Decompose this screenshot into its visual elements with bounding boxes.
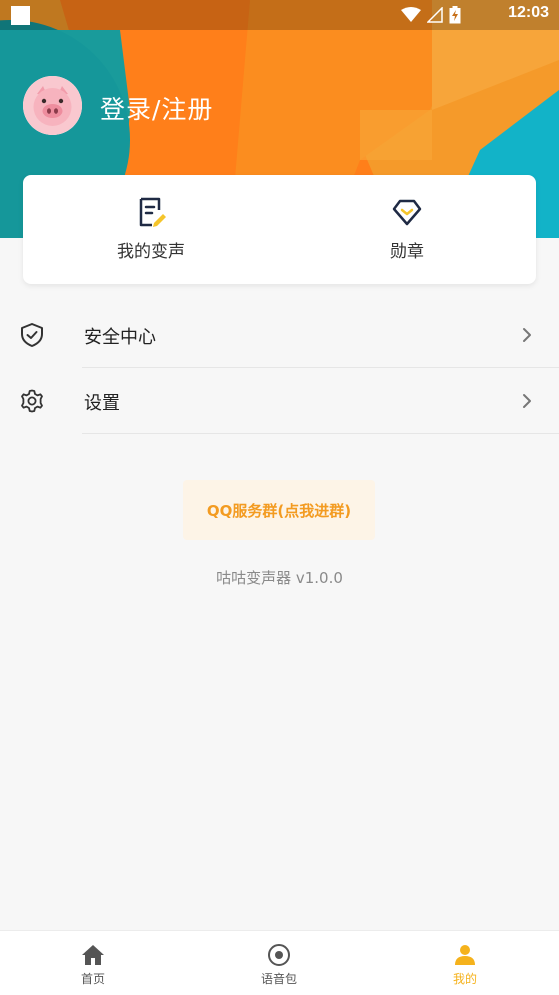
edit-document-icon [139, 197, 166, 227]
chevron-right-icon [523, 394, 531, 408]
qq-group-button[interactable]: QQ服务群(点我进群) [183, 480, 375, 540]
tab-label: 我的 [452, 972, 477, 986]
badges-label: 勋章 [390, 242, 424, 262]
chevron-right-icon [523, 328, 531, 342]
quick-actions-card: 我的变声 勋章 [23, 175, 536, 284]
status-bar: 12:03 [0, 0, 559, 30]
gear-icon [21, 389, 43, 413]
login-register-link[interactable]: 登录/注册 [100, 90, 213, 126]
tab-home[interactable]: 首页 [0, 931, 186, 995]
status-icons [401, 6, 461, 24]
version-text: 咕咕变声器 v1.0.0 [216, 569, 343, 587]
signal-icon [427, 7, 443, 23]
badges-button[interactable]: 勋章 [279, 175, 535, 284]
tab-voice-pack[interactable]: 语音包 [186, 931, 372, 995]
tab-label: 语音包 [260, 972, 297, 986]
my-voice-changes-label: 我的变声 [117, 242, 185, 262]
my-voice-changes-button[interactable]: 我的变声 [23, 175, 279, 284]
menu-item-label: 设置 [84, 393, 120, 414]
menu-item-settings[interactable]: 设置 [0, 368, 559, 434]
shield-check-icon [21, 323, 43, 347]
pig-avatar-icon [23, 76, 82, 135]
notification-icon [11, 6, 30, 25]
wifi-icon [401, 7, 421, 22]
menu-item-label: 安全中心 [84, 327, 156, 348]
voice-pack-icon [268, 944, 290, 966]
menu-item-security-center[interactable]: 安全中心 [0, 302, 559, 368]
status-time: 12:03 [508, 4, 549, 21]
tab-mine[interactable]: 我的 [372, 931, 558, 995]
bottom-tab-bar: 首页 语音包 我的 [0, 930, 559, 995]
avatar[interactable] [23, 76, 82, 135]
battery-icon [449, 6, 461, 24]
divider [82, 433, 559, 434]
tab-label: 首页 [80, 972, 105, 986]
badge-diamond-icon [392, 199, 422, 226]
user-icon [455, 945, 475, 965]
home-icon [82, 945, 104, 965]
